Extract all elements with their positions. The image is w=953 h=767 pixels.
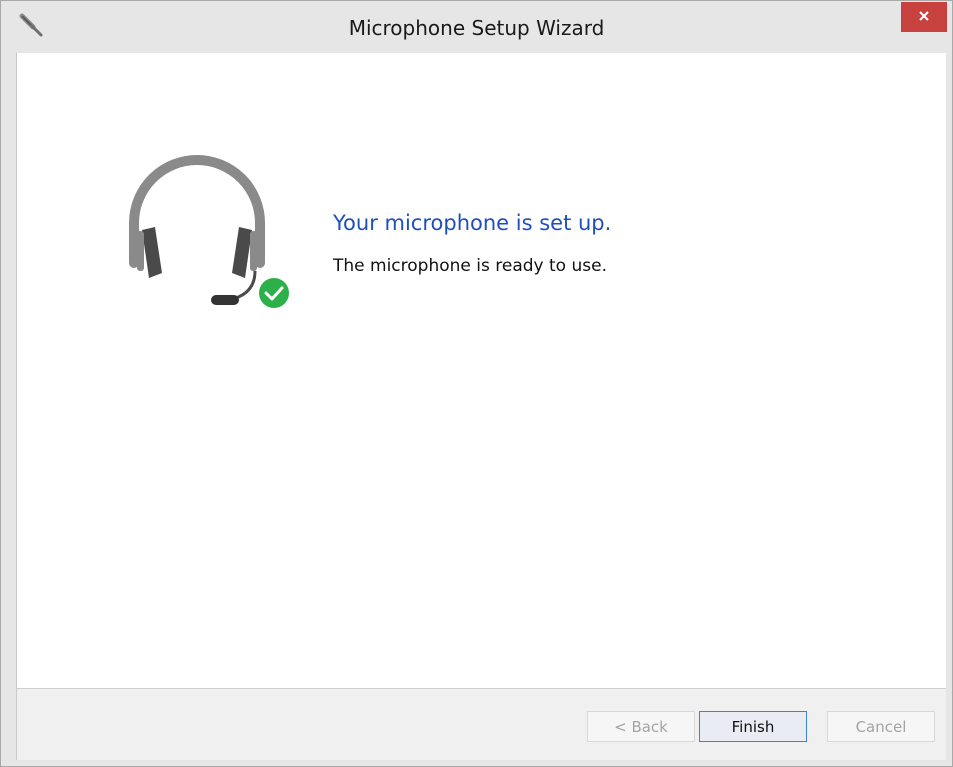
- wizard-content: Your microphone is set up. The microphon…: [17, 53, 946, 688]
- microphone-setup-window: Microphone Setup Wizard Your microphone …: [0, 0, 953, 767]
- close-icon: [917, 8, 931, 27]
- status-heading: Your microphone is set up.: [333, 211, 612, 235]
- window-title: Microphone Setup Wizard: [348, 16, 605, 40]
- status-message: The microphone is ready to use.: [333, 256, 607, 276]
- cancel-button[interactable]: Cancel: [827, 711, 935, 742]
- finish-button[interactable]: Finish: [699, 711, 807, 742]
- wizard-footer: < Back Finish Cancel: [17, 688, 946, 760]
- wizard-client-area: Your microphone is set up. The microphon…: [16, 53, 946, 760]
- back-button[interactable]: < Back: [587, 711, 695, 742]
- title-bar[interactable]: Microphone Setup Wizard: [1, 1, 952, 53]
- close-button[interactable]: [901, 2, 947, 32]
- headset-check-icon: [121, 153, 292, 313]
